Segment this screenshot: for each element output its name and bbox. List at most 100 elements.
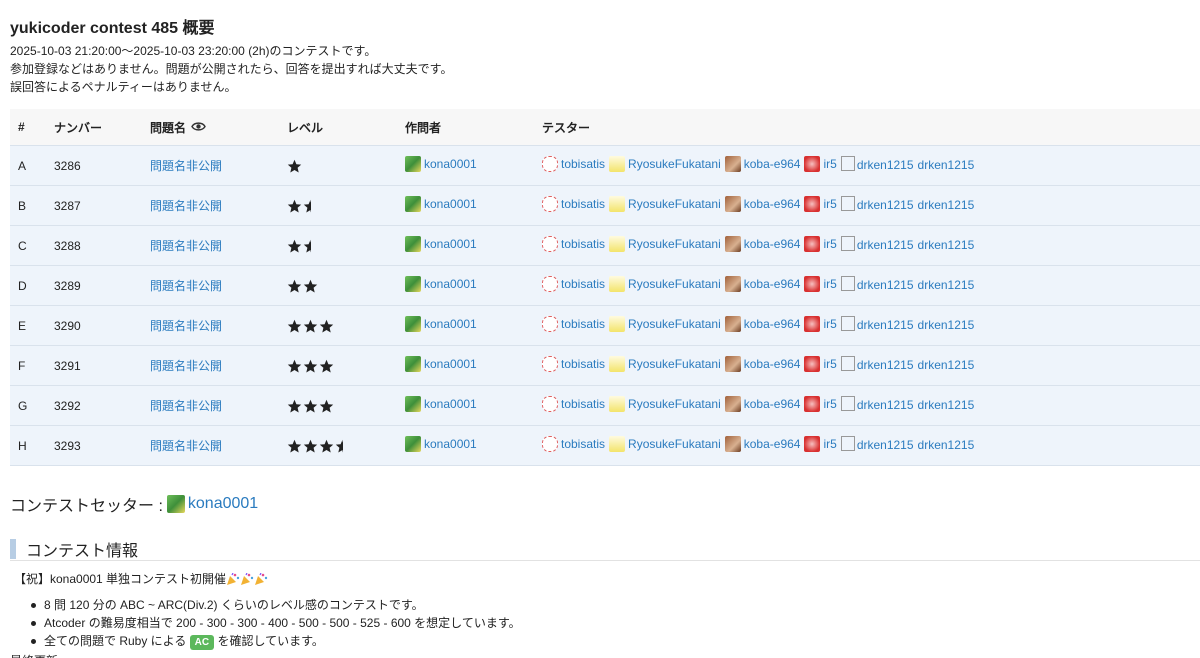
avatar [542, 356, 558, 372]
tester-link[interactable]: RyosukeFukatani [628, 237, 721, 251]
tester-link[interactable]: koba-e964 [744, 437, 801, 451]
eye-icon[interactable] [191, 121, 206, 135]
list-item: 全ての問題で Ruby による AC を確認しています。 [28, 632, 521, 650]
author-link[interactable]: kona0001 [424, 237, 477, 251]
col-header-author: 作問者 [397, 109, 534, 146]
tester-link[interactable]: drken1215 [918, 398, 975, 412]
tester-link[interactable]: drken1215 [918, 318, 975, 332]
intro-line-penalty: 誤回答によるペナルティーはありません。 [10, 80, 237, 94]
cut-off-text: 最終更新 [10, 652, 70, 658]
tester-link[interactable]: koba-e964 [744, 237, 801, 251]
avatar [405, 356, 421, 372]
tester-link[interactable]: tobisatis [561, 317, 605, 331]
author-link[interactable]: kona0001 [424, 157, 477, 171]
tester-link[interactable]: koba-e964 [744, 357, 801, 371]
author-link[interactable]: kona0001 [424, 397, 477, 411]
tester-link[interactable]: RyosukeFukatani [628, 277, 721, 291]
setter-link[interactable]: kona0001 [188, 495, 258, 513]
problem-name-link[interactable]: 問題名非公開 [150, 399, 222, 413]
tester-link[interactable]: ir5 [823, 277, 836, 291]
testers-cell: tobisatis RyosukeFukatani koba-e964 ir5 drke… [534, 225, 1200, 266]
problem-name-link[interactable]: 問題名非公開 [150, 279, 222, 293]
problem-name-link[interactable]: 問題名非公開 [150, 359, 222, 373]
tester-link[interactable]: drken1215 [918, 158, 975, 172]
problem-name-link[interactable]: 問題名非公開 [150, 159, 222, 173]
list-item: Atcoder の難易度相当で 200 - 300 - 300 - 400 - … [28, 614, 521, 632]
testers-cell: tobisatis RyosukeFukatani koba-e964 ir5 drke… [534, 185, 1200, 226]
tester-link[interactable]: RyosukeFukatani [628, 437, 721, 451]
tester-link[interactable]: ir5 [823, 397, 836, 411]
tester-link[interactable]: tobisatis [561, 237, 605, 251]
author-link[interactable]: kona0001 [424, 437, 477, 451]
tester-link[interactable]: ir5 [823, 157, 836, 171]
avatar [609, 276, 626, 292]
tester-link[interactable]: ir5 [823, 197, 836, 211]
col-header-level: レベル [279, 109, 397, 146]
avatar [804, 396, 821, 412]
tester-link[interactable]: RyosukeFukatani [628, 157, 721, 171]
author-link[interactable]: kona0001 [424, 277, 477, 291]
tester-link[interactable]: RyosukeFukatani [628, 317, 721, 331]
star-icon [319, 398, 335, 413]
table-row: F 3291 問題名非公開 kona0001 tobisatis RyosukeFukat… [10, 345, 1200, 386]
avatar [542, 276, 558, 292]
tester-link[interactable]: ir5 [823, 237, 836, 251]
problem-name-link[interactable]: 問題名非公開 [150, 439, 222, 453]
col-header-number: ナンバー [46, 109, 142, 146]
broken-image-icon [840, 276, 855, 291]
tester-link[interactable]: koba-e964 [744, 157, 801, 171]
tester-link[interactable]: drken1215 [918, 278, 975, 292]
celebrate-line: 【祝】kona0001 単独コンテスト初開催 [14, 570, 268, 587]
tester-link[interactable]: drken1215 [918, 438, 975, 452]
tester-link[interactable]: koba-e964 [744, 397, 801, 411]
table-row: C 3288 問題名非公開 kona0001 tobisatis RyosukeFukat… [10, 225, 1200, 266]
list-item: 8 問 120 分の ABC ~ ARC(Div.2) くらいのレベル感のコンテ… [28, 596, 521, 614]
testers-cell: tobisatis RyosukeFukatani koba-e964 ir5 drke… [534, 145, 1200, 186]
tester-link[interactable]: tobisatis [561, 197, 605, 211]
tester-link[interactable]: ir5 [823, 437, 836, 451]
problem-name-link[interactable]: 問題名非公開 [150, 319, 222, 333]
tester-link[interactable]: tobisatis [561, 357, 605, 371]
problem-id: A [10, 145, 46, 186]
avatar [724, 396, 741, 412]
celebrate-text: 【祝】kona0001 単独コンテスト初開催 [14, 572, 227, 586]
author-cell: kona0001 [397, 425, 534, 466]
tester-link[interactable]: RyosukeFukatani [628, 197, 721, 211]
contest-setter: コンテストセッター : kona0001 [10, 492, 258, 516]
tester-link[interactable]: koba-e964 [744, 197, 801, 211]
problem-name-cell: 問題名非公開 [142, 225, 279, 266]
tester-link[interactable]: koba-e964 [744, 277, 801, 291]
author-link[interactable]: kona0001 [424, 317, 477, 331]
author-link[interactable]: kona0001 [424, 197, 477, 211]
tester-link[interactable]: koba-e964 [744, 317, 801, 331]
testers-cell: tobisatis RyosukeFukatani koba-e964 ir5 drke… [534, 345, 1200, 386]
tester-link[interactable]: RyosukeFukatani [628, 397, 721, 411]
tester-link[interactable]: ir5 [823, 357, 836, 371]
problem-name-link[interactable]: 問題名非公開 [150, 199, 222, 213]
tester-link[interactable]: drken1215 [918, 198, 975, 212]
avatar [405, 316, 421, 332]
avatar [405, 436, 421, 452]
problem-name-link[interactable]: 問題名非公開 [150, 239, 222, 253]
author-link[interactable]: kona0001 [424, 357, 477, 371]
tester-link[interactable]: drken1215 [918, 358, 975, 372]
problem-name-cell: 問題名非公開 [142, 345, 279, 386]
tester-link[interactable]: ir5 [823, 317, 836, 331]
star-icon [287, 238, 303, 253]
contest-info-list: 8 問 120 分の ABC ~ ARC(Div.2) くらいのレベル感のコンテ… [28, 596, 521, 650]
star-icon [287, 398, 303, 413]
avatar [542, 436, 558, 452]
table-row: E 3290 問題名非公開 kona0001 tobisatis RyosukeFukat… [10, 305, 1200, 346]
avatar [405, 236, 421, 252]
page-title: yukicoder contest 485 概要 [10, 20, 215, 37]
tester-link[interactable]: drken1215 [918, 238, 975, 252]
tester-link[interactable]: RyosukeFukatani [628, 357, 721, 371]
tester-link[interactable]: tobisatis [561, 437, 605, 451]
testers-cell: tobisatis RyosukeFukatani koba-e964 ir5 drke… [534, 265, 1200, 306]
avatar [542, 396, 558, 412]
tester-link[interactable]: tobisatis [561, 277, 605, 291]
tester-link[interactable]: tobisatis [561, 397, 605, 411]
avatar [804, 276, 821, 292]
tester-link[interactable]: tobisatis [561, 157, 605, 171]
avatar [405, 396, 421, 412]
